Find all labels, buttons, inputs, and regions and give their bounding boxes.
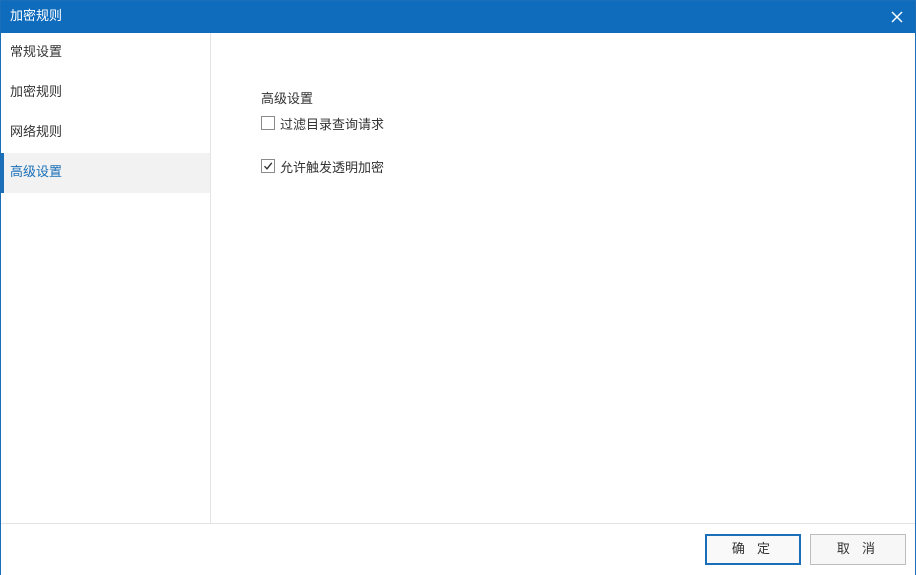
- sidebar-item-advanced[interactable]: 高级设置: [1, 153, 210, 193]
- sidebar-nav: 常规设置 加密规则 网络规则 高级设置: [1, 33, 211, 523]
- allow-transparent-encryption-label: 允许触发透明加密: [280, 160, 385, 176]
- allow-transparent-encryption-checkbox[interactable]: [261, 159, 275, 173]
- section-title: 高级设置: [261, 92, 314, 107]
- sidebar-item-label: 高级设置: [10, 165, 63, 180]
- dialog-footer: 确 定 取 消: [1, 523, 915, 575]
- sidebar-item-label: 加密规则: [10, 85, 63, 100]
- ok-button[interactable]: 确 定: [705, 534, 801, 565]
- sidebar-item-label: 常规设置: [10, 45, 63, 60]
- allow-transparent-encryption-option[interactable]: 允许触发透明加密: [261, 158, 385, 176]
- sidebar-item-general[interactable]: 常规设置: [1, 33, 210, 73]
- cancel-button[interactable]: 取 消: [810, 534, 906, 565]
- dialog-window: 加密规则 常规设置 加密规则 网络规则 高级设置 高级设置 过滤目录查询请求 允…: [0, 0, 916, 575]
- filter-directory-query-label: 过滤目录查询请求: [280, 117, 385, 133]
- close-icon: [891, 11, 903, 23]
- close-button[interactable]: [887, 7, 907, 27]
- window-title: 加密规则: [10, 9, 63, 24]
- filter-directory-query-checkbox[interactable]: [261, 116, 275, 130]
- sidebar-item-label: 网络规则: [10, 125, 63, 140]
- sidebar-item-encryption-rules[interactable]: 加密规则: [1, 73, 210, 113]
- sidebar-item-network-rules[interactable]: 网络规则: [1, 113, 210, 153]
- filter-directory-query-option[interactable]: 过滤目录查询请求: [261, 115, 385, 133]
- title-bar: 加密规则: [1, 1, 915, 33]
- checkmark-icon: [263, 162, 273, 170]
- settings-panel: 高级设置 过滤目录查询请求 允许触发透明加密: [211, 33, 915, 523]
